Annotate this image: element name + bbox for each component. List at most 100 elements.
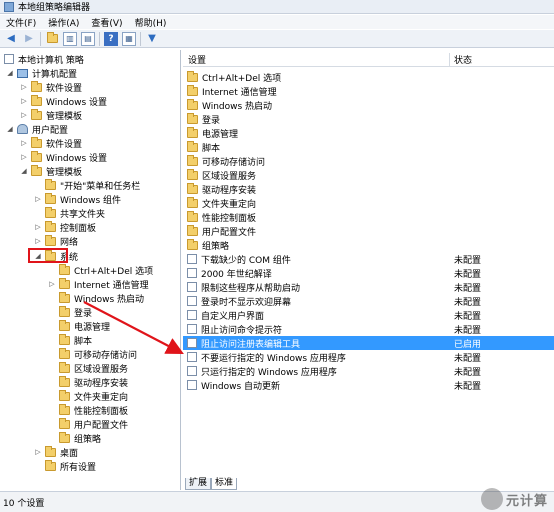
forward-icon[interactable]: ▶ xyxy=(22,32,36,46)
tree-sys-item[interactable]: 电源管理 xyxy=(48,319,110,333)
tree-sys-item[interactable]: 区域设置服务 xyxy=(48,361,128,375)
row-label: 阻止访问注册表编辑工具 xyxy=(201,339,301,350)
tree-uc-software[interactable]: ▷ 软件设置 xyxy=(20,136,82,150)
tree-desktop[interactable]: ▷ 桌面 xyxy=(34,445,78,459)
folder-row[interactable]: 登录 xyxy=(183,112,554,126)
properties-icon[interactable]: ▦ xyxy=(122,31,136,46)
tab-extended[interactable]: 扩展 xyxy=(185,478,212,490)
row-state: 未配置 xyxy=(454,255,482,266)
collapsed-arrow-icon[interactable]: ▷ xyxy=(34,237,42,245)
policy-row[interactable]: 限制这些程序从帮助启动 未配置 xyxy=(183,280,554,294)
collapsed-arrow-icon[interactable]: ▷ xyxy=(34,223,42,231)
collapsed-arrow-icon[interactable]: ▷ xyxy=(48,280,56,288)
expanded-arrow-icon[interactable]: ◢ xyxy=(20,167,28,175)
menu-action[interactable]: 操作(A) xyxy=(48,16,79,29)
folder-row[interactable]: Ctrl+Alt+Del 选项 xyxy=(183,70,554,84)
tree-start-menu[interactable]: "开始"菜单和任务栏 xyxy=(34,178,140,192)
policy-setting-icon xyxy=(187,282,197,292)
row-name-cell: Internet 通信管理 xyxy=(183,84,450,98)
policy-row[interactable]: 不要运行指定的 Windows 应用程序 未配置 xyxy=(183,350,554,364)
tree-sys-item[interactable]: 文件夹重定向 xyxy=(48,389,128,403)
back-icon[interactable]: ◀ xyxy=(4,32,18,46)
tree-cc-software[interactable]: ▷ 软件设置 xyxy=(20,80,82,94)
tree-all-settings[interactable]: 所有设置 xyxy=(34,459,96,473)
tree-sys-item[interactable]: 驱动程序安装 xyxy=(48,375,128,389)
folder-row[interactable]: Internet 通信管理 xyxy=(183,84,554,98)
tree-sys-item[interactable]: 登录 xyxy=(48,305,92,319)
tree-label: 区域设置服务 xyxy=(74,364,129,375)
folder-icon xyxy=(59,319,70,331)
folder-icon xyxy=(187,168,198,180)
folder-row[interactable]: 组策略 xyxy=(183,238,554,252)
tree-cc-admin[interactable]: ▷ 管理模板 xyxy=(20,108,82,122)
tree-sys-item[interactable]: 脚本 xyxy=(48,333,92,347)
folder-row[interactable]: 驱动程序安装 xyxy=(183,182,554,196)
tree-uc-windows[interactable]: ▷ Windows 设置 xyxy=(20,150,107,164)
policy-row[interactable]: Windows 自动更新 未配置 xyxy=(183,378,554,392)
collapsed-arrow-icon[interactable]: ▷ xyxy=(20,111,28,119)
tree-computer-config[interactable]: ◢ 计算机配置 xyxy=(6,66,77,80)
collapsed-arrow-icon[interactable]: ▷ xyxy=(34,195,42,203)
policy-row[interactable]: 下载缺少的 COM 组件 未配置 xyxy=(183,252,554,266)
tree-sys-item[interactable]: 用户配置文件 xyxy=(48,417,128,431)
column-header-state[interactable]: 状态 xyxy=(450,53,472,66)
up-folder-icon[interactable] xyxy=(45,32,59,46)
folder-row[interactable]: 性能控制面板 xyxy=(183,210,554,224)
tree-label: 用户配置 xyxy=(32,125,69,136)
menu-help[interactable]: 帮助(H) xyxy=(135,16,167,29)
policy-row[interactable]: 阻止访问命令提示符 未配置 xyxy=(183,322,554,336)
export-list-icon[interactable]: ▤ xyxy=(81,31,95,46)
row-label: Windows 热启动 xyxy=(202,101,273,112)
tree-pane[interactable]: 本地计算机 策略 ◢ 计算机配置 ▷ 软件设置 ▷ Windows 设置 ▷ 管… xyxy=(0,50,181,490)
filter-icon[interactable]: ▼ xyxy=(145,32,159,46)
folder-row[interactable]: 用户配置文件 xyxy=(183,224,554,238)
tree-shared-folders[interactable]: 共享文件夹 xyxy=(34,206,105,220)
tree-cc-windows[interactable]: ▷ Windows 设置 xyxy=(20,94,107,108)
folder-row[interactable]: 电源管理 xyxy=(183,126,554,140)
show-hide-tree-icon[interactable]: ▥ xyxy=(63,31,77,46)
folder-row[interactable]: Windows 热启动 xyxy=(183,98,554,112)
tree-sys-item[interactable]: 组策略 xyxy=(48,431,101,445)
policy-row[interactable]: 只运行指定的 Windows 应用程序 未配置 xyxy=(183,364,554,378)
folder-icon xyxy=(59,347,70,359)
tree-sys-item[interactable]: Windows 热启动 xyxy=(48,291,144,305)
tree-control-panel[interactable]: ▷ 控制面板 xyxy=(34,220,96,234)
computer-icon xyxy=(17,68,28,78)
menu-file[interactable]: 文件(F) xyxy=(6,16,36,29)
help-icon[interactable]: ? xyxy=(104,31,118,46)
tree-sys-item[interactable]: ▷ Internet 通信管理 xyxy=(48,277,149,291)
tree-network[interactable]: ▷ 网络 xyxy=(34,234,78,248)
tab-standard[interactable]: 标准 xyxy=(211,478,238,490)
tree-label: 组策略 xyxy=(74,434,102,445)
tree-windows-components[interactable]: ▷ Windows 组件 xyxy=(34,192,121,206)
settings-list-pane[interactable]: 设置 状态 Ctrl+Alt+Del 选项 Internet 通信管理 Window… xyxy=(183,50,554,490)
tree-root[interactable]: 本地计算机 策略 xyxy=(4,52,84,66)
collapsed-arrow-icon[interactable]: ▷ xyxy=(20,153,28,161)
tree-label: "开始"菜单和任务栏 xyxy=(60,181,141,192)
collapsed-arrow-icon[interactable]: ▷ xyxy=(34,448,42,456)
policy-row[interactable]: 阻止访问注册表编辑工具 已启用 xyxy=(183,336,554,350)
collapsed-arrow-icon[interactable]: ▷ xyxy=(20,139,28,147)
policy-row[interactable]: 自定义用户界面 未配置 xyxy=(183,308,554,322)
folder-row[interactable]: 区域设置服务 xyxy=(183,168,554,182)
column-header-setting[interactable]: 设置 xyxy=(183,53,450,66)
collapsed-arrow-icon[interactable]: ▷ xyxy=(20,83,28,91)
row-name-cell: 不要运行指定的 Windows 应用程序 xyxy=(183,351,450,364)
folder-row[interactable]: 脚本 xyxy=(183,140,554,154)
tree-label: 网络 xyxy=(60,237,79,248)
expanded-arrow-icon[interactable]: ◢ xyxy=(6,125,14,133)
tree-sys-item[interactable]: 性能控制面板 xyxy=(48,403,128,417)
folder-row[interactable]: 文件夹重定向 xyxy=(183,196,554,210)
folder-row[interactable]: 可移动存储访问 xyxy=(183,154,554,168)
collapsed-arrow-icon[interactable]: ▷ xyxy=(20,97,28,105)
policy-row[interactable]: 2000 年世纪解译 未配置 xyxy=(183,266,554,280)
policy-row[interactable]: 登录时不显示欢迎屏幕 未配置 xyxy=(183,294,554,308)
tree-sys-item[interactable]: Ctrl+Alt+Del 选项 xyxy=(48,263,153,277)
expanded-arrow-icon[interactable]: ◢ xyxy=(6,69,14,77)
watermark: 元计算 xyxy=(480,488,548,510)
folder-icon xyxy=(45,206,56,218)
menu-view[interactable]: 查看(V) xyxy=(91,16,122,29)
tree-user-config[interactable]: ◢ 用户配置 xyxy=(6,122,68,136)
tree-sys-item[interactable]: 可移动存储访问 xyxy=(48,347,137,361)
tree-uc-admin[interactable]: ◢ 管理模板 xyxy=(20,164,82,178)
